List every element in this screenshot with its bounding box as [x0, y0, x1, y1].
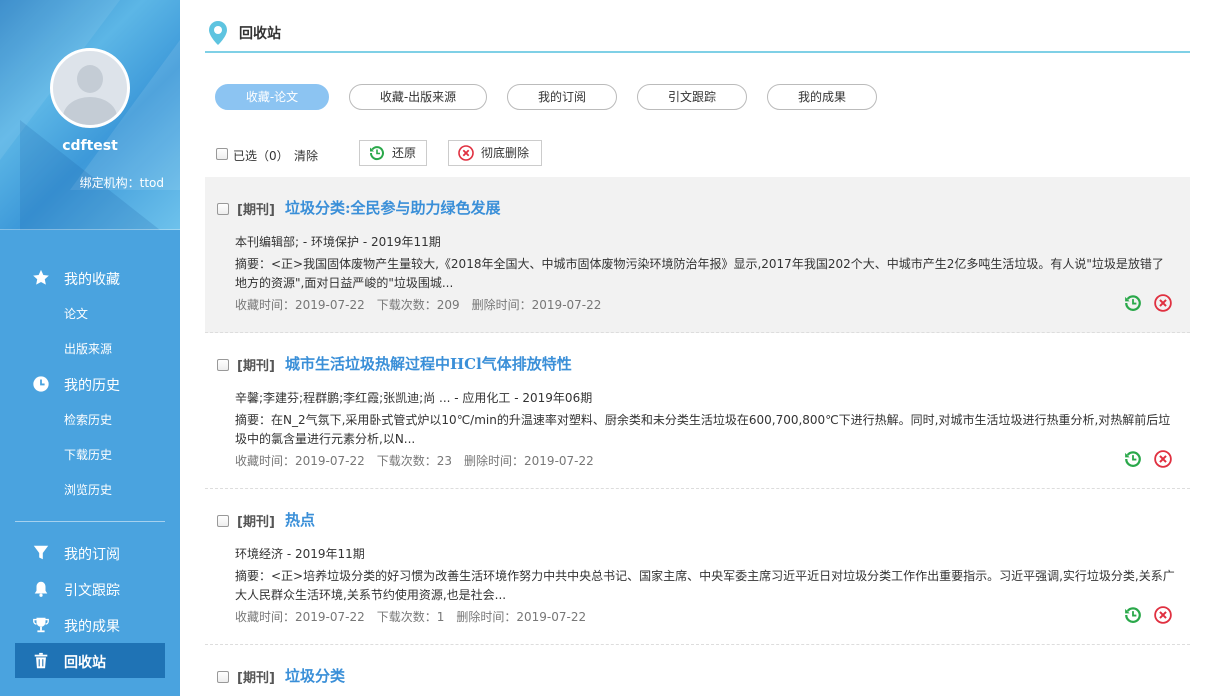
- item-meta: 环境经济 - 2019年11期: [235, 547, 365, 561]
- username: cdftest: [62, 138, 118, 154]
- tab-fav-papers[interactable]: 收藏-论文: [215, 84, 329, 110]
- page-title: 回收站: [239, 26, 281, 42]
- list-item: [期刊] 城市生活垃圾热解过程中HCl气体排放特性 辛馨;李建芬;程群鹏;李红霞…: [205, 333, 1190, 489]
- nav-recycle-bin[interactable]: 回收站: [0, 644, 180, 678]
- restore-button[interactable]: 还原: [359, 140, 427, 166]
- item-abstract: 摘要：<正>我国固体废物产生量较大,《2018年全国大、中城市固体废物污染环境防…: [235, 257, 1164, 290]
- restore-icon: [369, 146, 384, 161]
- item-checkbox[interactable]: [217, 359, 229, 371]
- restore-icon[interactable]: [1124, 294, 1142, 312]
- toolbar: 已选（0） 清除 还原 彻底删除: [215, 140, 1175, 166]
- funnel-icon: [33, 545, 49, 560]
- nav-favorites-sources[interactable]: 出版来源: [64, 340, 112, 357]
- item-checkbox[interactable]: [217, 671, 229, 683]
- item-title-link[interactable]: 垃圾分类: [285, 665, 345, 686]
- list-item: [期刊] 垃圾分类: [205, 645, 1190, 696]
- item-meta: 本刊编辑部; - 环境保护 - 2019年11期: [235, 235, 441, 249]
- delete-forever-button[interactable]: 彻底删除: [448, 140, 542, 166]
- bell-icon: [34, 581, 48, 597]
- main-content: 回收站 收藏-论文 收藏-出版来源 我的订阅 引文跟踪 我的成果 已选（0） 清…: [205, 0, 1190, 696]
- nav-browse-history[interactable]: 浏览历史: [64, 481, 112, 498]
- list-item: [期刊] 垃圾分类:全民参与助力绿色发展 本刊编辑部; - 环境保护 - 201…: [205, 177, 1190, 333]
- item-stats: 收藏时间：2019-07-22 下载次数：209 删除时间：2019-07-22: [235, 298, 602, 312]
- trash-icon: [34, 652, 48, 669]
- nav-search-history[interactable]: 检索历史: [64, 411, 112, 428]
- select-all-checkbox[interactable]: [216, 148, 228, 160]
- restore-icon[interactable]: [1124, 606, 1142, 624]
- location-pin-icon: [209, 21, 227, 45]
- delete-circle-icon[interactable]: [1154, 294, 1172, 312]
- tab-achievements[interactable]: 我的成果: [767, 84, 877, 110]
- nav-my-subscriptions[interactable]: 我的订阅: [0, 536, 180, 570]
- nav-my-favorites[interactable]: 我的收藏: [0, 261, 180, 295]
- item-stats: 收藏时间：2019-07-22 下载次数：1 删除时间：2019-07-22: [235, 610, 587, 624]
- trophy-icon: [33, 617, 49, 633]
- tab-fav-sources[interactable]: 收藏-出版来源: [349, 84, 487, 110]
- nav-my-history[interactable]: 我的历史: [0, 367, 180, 401]
- star-icon: [33, 269, 49, 285]
- item-title-link[interactable]: 热点: [285, 509, 315, 530]
- item-title-link[interactable]: 垃圾分类:全民参与助力绿色发展: [285, 197, 501, 218]
- item-abstract: 摘要：在N_2气氛下,采用卧式管式炉以10℃/min的升温速率对塑料、厨余类和未…: [235, 413, 1171, 446]
- page-header: 回收站: [205, 18, 1190, 53]
- list-item: [期刊] 热点 环境经济 - 2019年11期 摘要：<正>培养垃圾分类的好习惯…: [205, 489, 1190, 645]
- delete-circle-icon[interactable]: [1154, 450, 1172, 468]
- item-checkbox[interactable]: [217, 515, 229, 527]
- tab-citation-tracking[interactable]: 引文跟踪: [637, 84, 747, 110]
- item-abstract: 摘要：<正>培养垃圾分类的好习惯为改善生活环境作努力中共中央总书记、国家主席、中…: [235, 569, 1175, 602]
- sidebar: cdftest 绑定机构：ttod 我的收藏 论文 出版来源 我的历史 检索历史…: [0, 0, 180, 696]
- avatar[interactable]: [50, 48, 130, 128]
- item-type: [期刊]: [237, 671, 275, 686]
- item-stats: 收藏时间：2019-07-22 下载次数：23 删除时间：2019-07-22: [235, 454, 594, 468]
- nav-my-achievements[interactable]: 我的成果: [0, 608, 180, 642]
- item-type: [期刊]: [237, 359, 275, 374]
- item-type: [期刊]: [237, 203, 275, 218]
- clock-icon: [33, 376, 49, 392]
- selected-count: 已选（0）: [233, 149, 289, 163]
- item-title-link[interactable]: 城市生活垃圾热解过程中HCl气体排放特性: [285, 353, 572, 374]
- item-meta: 辛馨;李建芬;程群鹏;李红霞;张凯迪;尚 ... - 应用化工 - 2019年0…: [235, 391, 593, 405]
- delete-circle-icon[interactable]: [1154, 606, 1172, 624]
- nav-citation-tracking[interactable]: 引文跟踪: [0, 572, 180, 606]
- item-checkbox[interactable]: [217, 203, 229, 215]
- restore-icon[interactable]: [1124, 450, 1142, 468]
- item-type: [期刊]: [237, 515, 275, 530]
- profile-banner: cdftest 绑定机构：ttod: [0, 0, 180, 230]
- bound-org: 绑定机构：ttod: [79, 176, 164, 190]
- nav-favorites-papers[interactable]: 论文: [64, 305, 88, 322]
- delete-circle-icon: [458, 145, 474, 161]
- tab-subscriptions[interactable]: 我的订阅: [507, 84, 617, 110]
- clear-selection-link[interactable]: 清除: [294, 147, 318, 164]
- nav-download-history[interactable]: 下载历史: [64, 446, 112, 463]
